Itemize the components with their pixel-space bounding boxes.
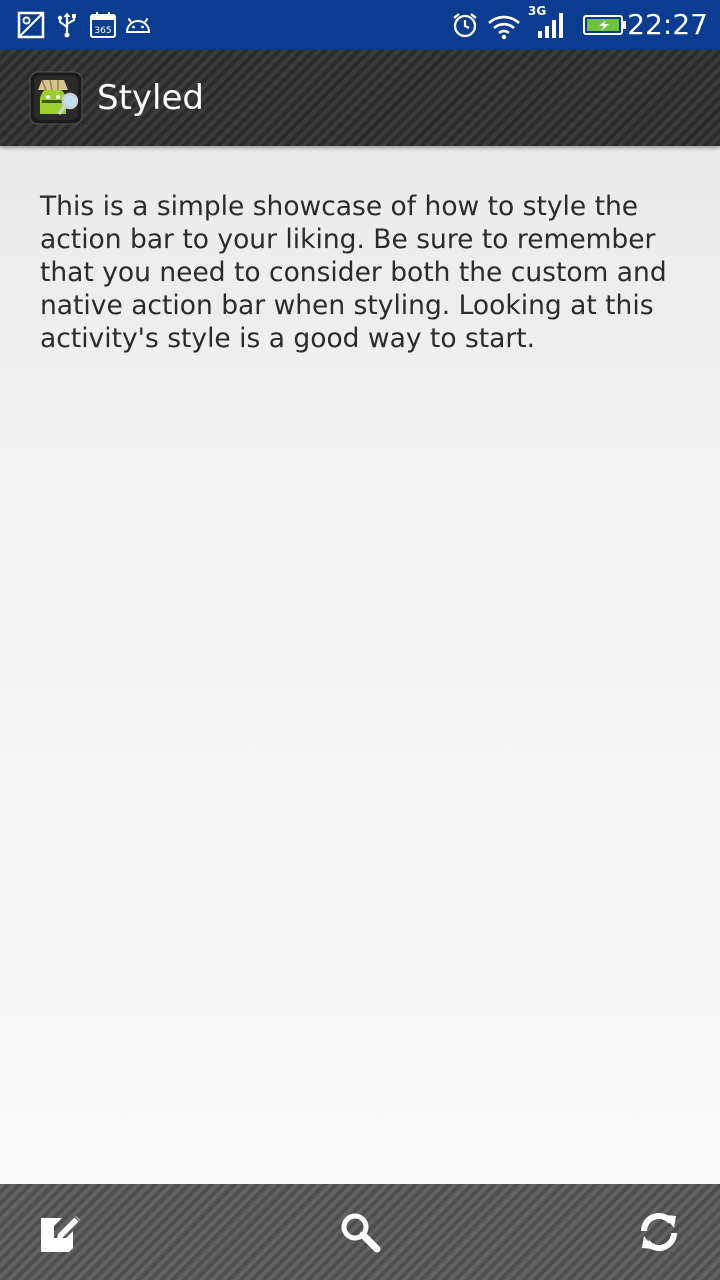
- alarm-icon: [450, 10, 480, 40]
- calendar-365-icon: 365: [88, 10, 118, 40]
- calendar-label: 365: [94, 26, 111, 36]
- action-bar-title: Styled: [97, 78, 204, 118]
- action-bar: Styled: [0, 50, 720, 146]
- signal-icon: [536, 10, 566, 40]
- android-icon: [123, 10, 153, 40]
- screen: 365 3G 22:27 Styled This is a simple sho…: [0, 0, 720, 1280]
- bottom-action-bar: [0, 1184, 720, 1280]
- clock-time: 22:27: [627, 8, 708, 41]
- battery-charging-icon: [582, 10, 628, 40]
- wifi-icon: [486, 10, 522, 40]
- search-icon: [341, 1213, 381, 1253]
- search-button[interactable]: [332, 1204, 388, 1260]
- edit-button[interactable]: [32, 1204, 88, 1260]
- gallery-icon: [16, 10, 46, 40]
- usb-icon: [52, 10, 82, 40]
- body-text: This is a simple showcase of how to styl…: [40, 191, 667, 354]
- status-bar: 365 3G 22:27: [0, 0, 720, 50]
- edit-icon: [41, 1216, 80, 1252]
- refresh-button[interactable]: [631, 1204, 687, 1260]
- refresh-icon: [641, 1213, 677, 1251]
- app-icon[interactable]: [28, 70, 84, 126]
